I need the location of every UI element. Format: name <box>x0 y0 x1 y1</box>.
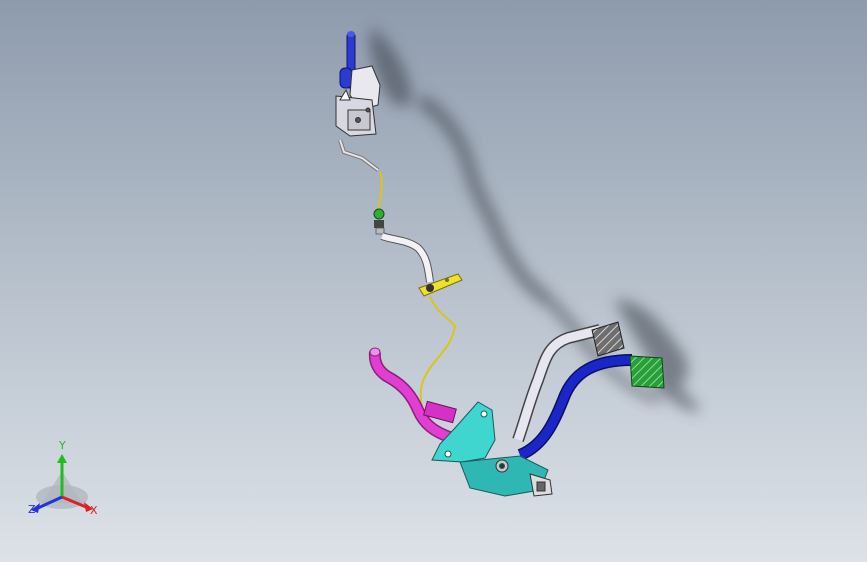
cable-connector[interactable] <box>373 208 385 235</box>
white-hose-highlight <box>380 233 433 283</box>
lower-cable[interactable] <box>419 295 457 413</box>
magenta-pipe[interactable] <box>368 347 457 444</box>
assembly-model[interactable] <box>0 0 867 562</box>
brake-pedal-pad[interactable] <box>629 355 665 389</box>
y-axis-arrow-icon <box>57 454 67 463</box>
x-axis-label: X <box>90 504 98 517</box>
cad-viewport[interactable]: Y X Z <box>0 0 867 562</box>
z-axis-label: Z <box>28 503 36 516</box>
y-axis-label: Y <box>59 439 66 452</box>
linkage-rod[interactable] <box>338 139 380 172</box>
cast-shadow <box>369 27 701 412</box>
coordinate-triad: Y X Z <box>20 439 110 525</box>
pedal-switch[interactable] <box>529 473 553 497</box>
upper-cable[interactable] <box>377 171 383 211</box>
